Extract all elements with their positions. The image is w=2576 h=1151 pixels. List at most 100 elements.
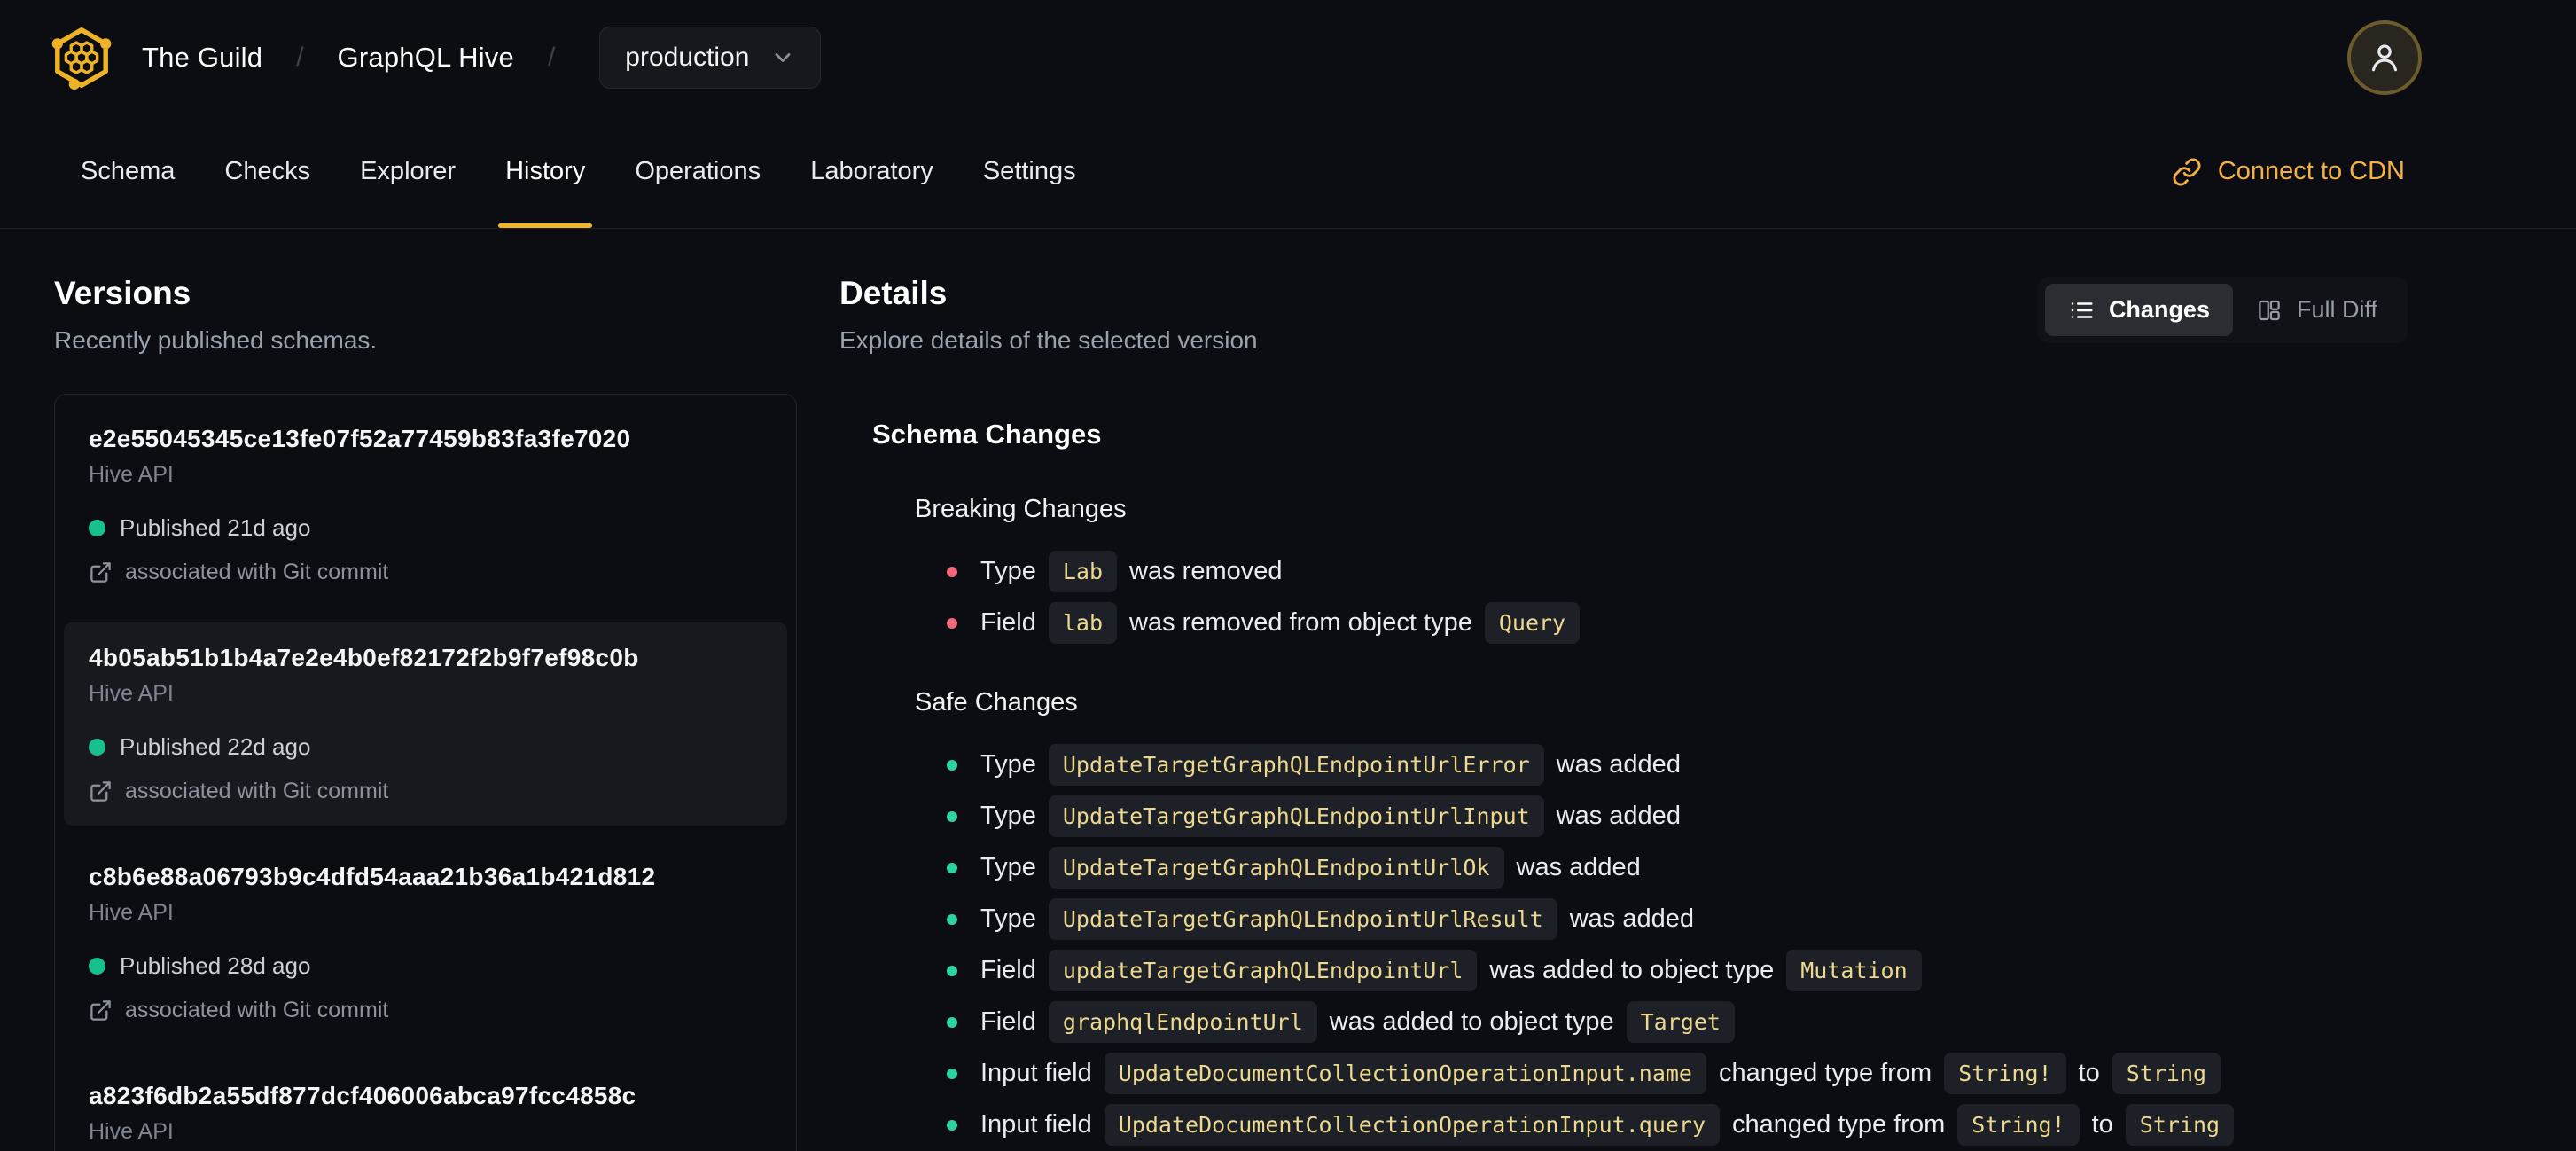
bullet-icon	[947, 566, 957, 577]
changes-view-button[interactable]: Changes	[2044, 284, 2233, 336]
change-row: Type UpdateTargetGraphQLEndpointUrlOk was …	[947, 847, 2408, 889]
code-chip: graphqlEndpointUrl	[1048, 1001, 1317, 1043]
change-text: changed type from	[1718, 1059, 1932, 1087]
bullet-icon	[947, 913, 957, 925]
change-text: Input field	[980, 1110, 1092, 1139]
published-text: Published 28d ago	[120, 952, 311, 979]
code-chip: String!	[1957, 1104, 2080, 1146]
change-text: Type	[980, 750, 1036, 779]
version-card[interactable]: 4b05ab51b1b4a7e2e4b0ef82172f2b9f7ef98c0b…	[64, 622, 787, 826]
nav-tabs: Schema Checks Explorer History Operations Lab…	[81, 157, 1076, 228]
breadcrumb-project[interactable]: GraphQL Hive	[338, 42, 514, 74]
published-dot-icon	[89, 739, 105, 756]
target-selector-dropdown[interactable]: production	[599, 27, 822, 89]
code-chip: UpdateTargetGraphQLEndpointUrlOk	[1048, 847, 1504, 889]
versions-panel: Versions Recently published schemas. e2e…	[54, 275, 797, 1151]
version-service: Hive API	[89, 681, 174, 706]
external-link-icon	[89, 560, 113, 584]
bullet-icon	[947, 1016, 957, 1028]
code-chip: lab	[1048, 602, 1118, 644]
bullet-icon	[947, 617, 957, 629]
app-header: The Guild / GraphQL Hive / production	[0, 0, 2576, 115]
version-service: Hive API	[89, 900, 174, 925]
bullet-icon	[947, 862, 957, 873]
view-toggle-group: Changes Full Diff	[2037, 277, 2408, 343]
change-text: Field	[980, 608, 1036, 637]
target-selector-value: production	[625, 43, 750, 72]
change-text: was removed from object type	[1129, 608, 1472, 637]
external-link-icon	[89, 998, 113, 1022]
bullet-icon	[947, 810, 957, 822]
version-status: Published 28d ago	[89, 952, 762, 980]
code-chip: UpdateDocumentCollectionOperationInput.q…	[1104, 1104, 1721, 1146]
published-text: Published 21d ago	[120, 514, 311, 541]
version-card[interactable]: a823f6db2a55df877dcf406006abca97fcc4858c…	[64, 1061, 787, 1151]
version-service: Hive API	[89, 1119, 174, 1144]
tab-explorer[interactable]: Explorer	[360, 157, 456, 186]
tab-laboratory[interactable]: Laboratory	[810, 157, 933, 186]
tab-operations[interactable]: Operations	[635, 157, 761, 186]
change-text: was added to object type	[1329, 1007, 1614, 1036]
breadcrumb-separator: /	[547, 43, 556, 72]
change-section-breaking: Breaking Changes Type Lab was removed Field l…	[872, 495, 2408, 644]
version-status: Published 22d ago	[89, 733, 762, 761]
change-row: Input field UpdateDocumentCollectionOpera…	[947, 1053, 2408, 1094]
published-dot-icon	[89, 958, 105, 975]
connect-to-cdn-link[interactable]: Connect to CDN	[2172, 157, 2405, 187]
version-status: Published 21d ago	[89, 514, 762, 542]
version-card[interactable]: c8b6e88a06793b9c4dfd54aaa21b36a1b421d812…	[64, 842, 787, 1045]
breadcrumb: The Guild / GraphQL Hive / production	[51, 26, 822, 90]
list-icon	[2068, 297, 2095, 324]
git-commit-link[interactable]: associated with Git commit	[89, 560, 762, 585]
version-list: e2e55045345ce13fe07f52a77459b83fa3fe7020…	[54, 394, 797, 1151]
code-chip: Target	[1626, 1001, 1735, 1043]
change-sections: Breaking Changes Type Lab was removed Field l…	[872, 495, 2408, 1146]
primary-nav: Schema Checks Explorer History Operations Lab…	[0, 115, 2576, 229]
version-card[interactable]: e2e55045345ce13fe07f52a77459b83fa3fe7020…	[64, 403, 787, 607]
bullet-icon	[947, 965, 957, 976]
code-chip: UpdateTargetGraphQLEndpointUrlError	[1048, 744, 1544, 786]
code-chip: UpdateDocumentCollectionOperationInput.n…	[1104, 1053, 1706, 1094]
connect-to-cdn-label: Connect to CDN	[2217, 157, 2405, 185]
bullet-icon	[947, 759, 957, 771]
code-chip: String!	[1944, 1053, 2066, 1094]
change-row: Field updateTargetGraphQLEndpointUrl was a…	[947, 950, 2408, 991]
full-diff-view-button[interactable]: Full Diff	[2233, 284, 2400, 336]
section-title: Breaking Changes	[915, 495, 1127, 523]
change-row: Field graphqlEndpointUrl was added to obje…	[947, 1001, 2408, 1043]
change-row: Type UpdateTargetGraphQLEndpointUrlInput w…	[947, 795, 2408, 837]
git-commit-link[interactable]: associated with Git commit	[89, 998, 762, 1023]
change-text: Type	[980, 853, 1036, 881]
version-service: Hive API	[89, 462, 174, 487]
tab-settings[interactable]: Settings	[983, 157, 1076, 186]
code-chip: Lab	[1048, 551, 1118, 592]
breadcrumb-org[interactable]: The Guild	[142, 42, 262, 74]
version-hash: 4b05ab51b1b4a7e2e4b0ef82172f2b9f7ef98c0b	[89, 644, 639, 671]
tab-schema[interactable]: Schema	[81, 157, 175, 186]
change-text: to	[2078, 1059, 2100, 1087]
git-commit-link[interactable]: associated with Git commit	[89, 779, 762, 804]
published-dot-icon	[89, 520, 105, 536]
code-chip: String	[2125, 1104, 2235, 1146]
change-text: Input field	[980, 1059, 1092, 1087]
columns-icon	[2256, 297, 2283, 324]
external-link-icon	[89, 779, 113, 803]
change-list: Type Lab was removed Field lab was removed fr…	[915, 551, 2408, 644]
code-chip: String	[2112, 1053, 2221, 1094]
section-title: Safe Changes	[915, 688, 1078, 716]
tab-history[interactable]: History	[498, 157, 593, 228]
change-text: was added	[1556, 750, 1681, 779]
full-diff-view-label: Full Diff	[2296, 296, 2377, 323]
change-text: Type	[980, 904, 1036, 933]
user-icon	[2365, 38, 2404, 77]
hive-logo-icon[interactable]	[51, 26, 112, 90]
user-avatar-button[interactable]	[2347, 20, 2422, 95]
versions-title: Versions	[54, 275, 191, 311]
details-panel: Details Explore details of the selected …	[839, 275, 2408, 1151]
change-text: was removed	[1129, 557, 1283, 585]
tab-checks[interactable]: Checks	[224, 157, 310, 186]
change-text: Type	[980, 802, 1036, 830]
change-row: Type UpdateTargetGraphQLEndpointUrlResult…	[947, 898, 2408, 940]
change-section-safe: Safe Changes Type UpdateTargetGraphQLEndpo…	[872, 688, 2408, 1146]
change-text: was added	[1516, 853, 1641, 881]
